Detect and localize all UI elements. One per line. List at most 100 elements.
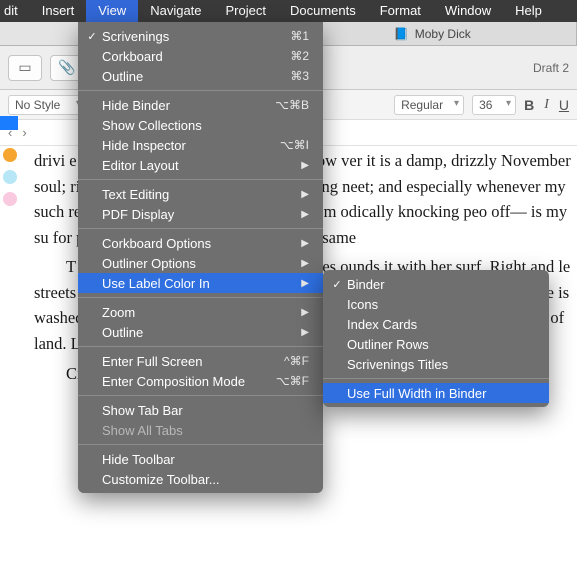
chevron-right-icon: ▶ bbox=[301, 307, 309, 318]
menu-documents[interactable]: Documents bbox=[278, 0, 368, 22]
submenu-item-binder[interactable]: ✓Binder bbox=[323, 274, 549, 294]
menu-view[interactable]: View bbox=[86, 0, 138, 22]
menu-item-label: Hide Inspector bbox=[100, 138, 280, 153]
menu-item-label: Outliner Options bbox=[100, 256, 295, 271]
menu-item-enter-full-screen[interactable]: Enter Full Screen^⌘F bbox=[78, 351, 323, 371]
menu-separator bbox=[78, 395, 323, 396]
menu-separator bbox=[78, 179, 323, 180]
style-select[interactable]: No Style bbox=[8, 95, 86, 115]
menu-format[interactable]: Format bbox=[368, 0, 433, 22]
chevron-right-icon: ▶ bbox=[301, 278, 309, 289]
menu-item-show-all-tabs: Show All Tabs bbox=[78, 420, 323, 440]
menu-item-outline[interactable]: Outline⌘3 bbox=[78, 66, 323, 86]
view-menu: ✓Scrivenings⌘1Corkboard⌘2Outline⌘3Hide B… bbox=[78, 22, 323, 493]
menu-item-label: PDF Display bbox=[100, 207, 295, 222]
bold-button[interactable]: B bbox=[524, 97, 534, 113]
menu-project[interactable]: Project bbox=[214, 0, 278, 22]
chevron-right-icon: ▶ bbox=[301, 209, 309, 220]
menu-separator bbox=[78, 90, 323, 91]
menu-separator bbox=[78, 297, 323, 298]
book-icon: 📘 bbox=[394, 27, 409, 41]
breadcrumb: Draft 2 bbox=[525, 61, 569, 75]
menu-item-corkboard[interactable]: Corkboard⌘2 bbox=[78, 46, 323, 66]
menu-item-outline[interactable]: Outline▶ bbox=[78, 322, 323, 342]
selected-binder-indicator bbox=[0, 116, 18, 130]
menu-item-shortcut: ^⌘F bbox=[284, 354, 309, 368]
menu-item-customize-toolbar-[interactable]: Customize Toolbar... bbox=[78, 469, 323, 489]
menu-item-label: Zoom bbox=[100, 305, 295, 320]
menu-item-show-tab-bar[interactable]: Show Tab Bar bbox=[78, 400, 323, 420]
menubar: ditInsertViewNavigateProjectDocumentsFor… bbox=[0, 0, 577, 22]
chevron-right-icon: ▶ bbox=[301, 189, 309, 200]
label-dot[interactable] bbox=[3, 170, 17, 184]
menu-item-pdf-display[interactable]: PDF Display ▶ bbox=[78, 204, 323, 224]
menu-item-label: Text Editing bbox=[100, 187, 295, 202]
menu-separator bbox=[323, 378, 549, 379]
menu-insert[interactable]: Insert bbox=[30, 0, 87, 22]
menu-separator bbox=[78, 228, 323, 229]
menu-item-enter-composition-mode[interactable]: Enter Composition Mode⌥⌘F bbox=[78, 371, 323, 391]
submenu-item-label: Icons bbox=[345, 297, 535, 312]
submenu-item-index-cards[interactable]: Index Cards bbox=[323, 314, 549, 334]
menu-separator bbox=[78, 346, 323, 347]
menu-item-shortcut: ⌘2 bbox=[290, 49, 309, 63]
menu-item-shortcut: ⌥⌘F bbox=[276, 374, 309, 388]
menu-item-label: Corkboard Options bbox=[100, 236, 295, 251]
nav-forward[interactable]: › bbox=[22, 125, 26, 140]
menu-item-shortcut: ⌘1 bbox=[290, 29, 309, 43]
menu-item-hide-toolbar[interactable]: Hide Toolbar bbox=[78, 449, 323, 469]
menu-item-use-label-color-in[interactable]: Use Label Color In ▶ bbox=[78, 273, 323, 293]
menu-item-label: Show Tab Bar bbox=[100, 403, 309, 418]
menu-item-text-editing[interactable]: Text Editing ▶ bbox=[78, 184, 323, 204]
menu-item-label: Corkboard bbox=[100, 49, 290, 64]
menu-item-show-collections[interactable]: Show Collections bbox=[78, 115, 323, 135]
menu-item-editor-layout[interactable]: Editor Layout▶ bbox=[78, 155, 323, 175]
submenu-item-outliner-rows[interactable]: Outliner Rows bbox=[323, 334, 549, 354]
menu-dit[interactable]: dit bbox=[0, 0, 30, 22]
italic-button[interactable]: I bbox=[544, 97, 549, 113]
menu-item-corkboard-options[interactable]: Corkboard Options ▶ bbox=[78, 233, 323, 253]
menu-item-label: Show Collections bbox=[100, 118, 309, 133]
menu-item-label: Use Label Color In bbox=[100, 276, 295, 291]
menu-item-label: Hide Binder bbox=[100, 98, 275, 113]
menu-item-hide-binder[interactable]: Hide Binder⌥⌘B bbox=[78, 95, 323, 115]
check-icon: ✓ bbox=[329, 278, 345, 291]
chevron-right-icon: ▶ bbox=[301, 327, 309, 338]
blank-button[interactable]: ▭ bbox=[8, 55, 42, 81]
underline-button[interactable]: U bbox=[559, 97, 569, 113]
menu-item-zoom[interactable]: Zoom ▶ bbox=[78, 302, 323, 322]
menu-item-label: Enter Full Screen bbox=[100, 354, 284, 369]
submenu-item-use-full-width-in-binder[interactable]: Use Full Width in Binder bbox=[323, 383, 549, 403]
menu-item-label: Enter Composition Mode bbox=[100, 374, 276, 389]
menu-separator bbox=[78, 444, 323, 445]
menu-item-outliner-options[interactable]: Outliner Options ▶ bbox=[78, 253, 323, 273]
menu-item-shortcut: ⌘3 bbox=[290, 69, 309, 83]
label-dot[interactable] bbox=[3, 148, 17, 162]
submenu-item-label: Scrivenings Titles bbox=[345, 357, 535, 372]
chevron-right-icon: ▶ bbox=[301, 258, 309, 269]
submenu-item-icons[interactable]: Icons bbox=[323, 294, 549, 314]
size-select[interactable]: 36 bbox=[472, 95, 516, 115]
menu-navigate[interactable]: Navigate bbox=[138, 0, 213, 22]
submenu-item-label: Outliner Rows bbox=[345, 337, 535, 352]
menu-item-hide-inspector[interactable]: Hide Inspector⌥⌘I bbox=[78, 135, 323, 155]
submenu-item-scrivenings-titles[interactable]: Scrivenings Titles bbox=[323, 354, 549, 374]
check-icon: ✓ bbox=[84, 30, 100, 43]
submenu-item-label: Use Full Width in Binder bbox=[345, 386, 535, 401]
label-dot[interactable] bbox=[3, 192, 17, 206]
weight-select[interactable]: Regular bbox=[394, 95, 464, 115]
menu-window[interactable]: Window bbox=[433, 0, 503, 22]
chevron-right-icon: ▶ bbox=[301, 238, 309, 249]
menu-help[interactable]: Help bbox=[503, 0, 554, 22]
menu-item-scrivenings[interactable]: ✓Scrivenings⌘1 bbox=[78, 26, 323, 46]
label-dots bbox=[3, 148, 17, 206]
menu-item-label: Hide Toolbar bbox=[100, 452, 309, 467]
menu-item-shortcut: ⌥⌘B bbox=[275, 98, 309, 112]
submenu-item-label: Index Cards bbox=[345, 317, 535, 332]
menu-item-shortcut: ⌥⌘I bbox=[280, 138, 309, 152]
chevron-right-icon: ▶ bbox=[301, 160, 309, 171]
tab-right[interactable]: 📘 Moby Dick bbox=[289, 22, 577, 45]
tab-label: Moby Dick bbox=[415, 27, 471, 41]
menu-item-label: Show All Tabs bbox=[100, 423, 309, 438]
menu-item-label: Customize Toolbar... bbox=[100, 472, 309, 487]
